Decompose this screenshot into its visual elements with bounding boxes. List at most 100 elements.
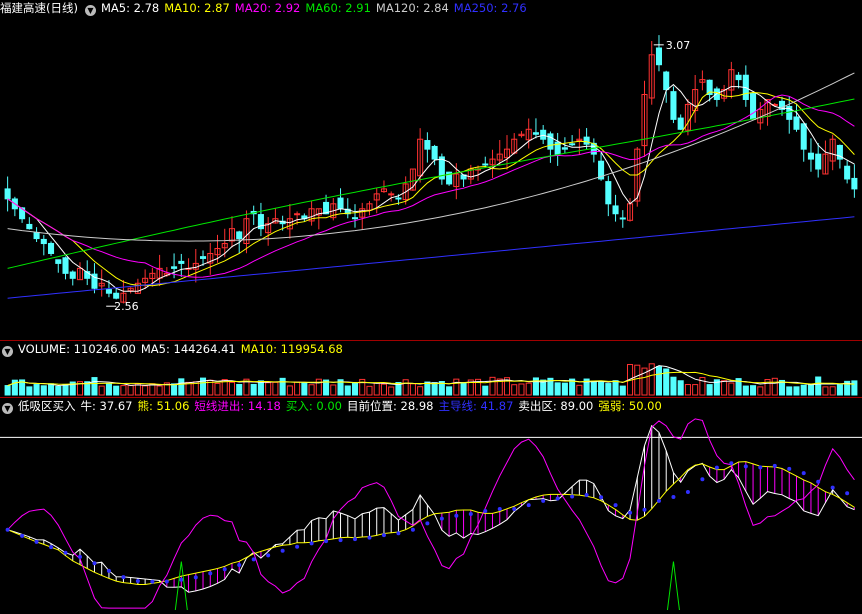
- volume-bar: [561, 382, 568, 396]
- volume-bar: [605, 383, 612, 396]
- volume-bar: [330, 384, 337, 396]
- candle-body: [670, 91, 677, 120]
- volume-bar: [308, 384, 315, 396]
- volume-bar: [460, 382, 467, 396]
- indicator-value-0: 低吸区买入: [18, 399, 76, 413]
- volume-bar: [706, 384, 713, 396]
- volume-bar: [598, 380, 605, 396]
- candle-body: [713, 88, 720, 100]
- price-panel[interactable]: 福建高速(日线) ▼ MA5: 2.78 MA10: 2.87 MA20: 2.92 MA…: [0, 0, 862, 340]
- candle-body: [55, 259, 62, 264]
- chevron-down-icon[interactable]: ▼: [84, 5, 96, 16]
- dominant-dot: [512, 506, 517, 511]
- volume-bar: [793, 386, 800, 396]
- candle-body: [800, 123, 807, 150]
- price-indicator-4: MA120: 2.84: [375, 1, 449, 15]
- dominant-dot: [729, 461, 734, 466]
- dominant-dot: [628, 510, 633, 515]
- candle-body: [62, 257, 69, 274]
- price-legend: 福建高速(日线) ▼ MA5: 2.78 MA10: 2.87 MA20: 2.92 MA…: [0, 0, 537, 16]
- dominant-dot: [251, 557, 256, 562]
- volume-bar: [402, 379, 409, 396]
- volume-bar: [373, 382, 380, 396]
- dominant-dot: [816, 479, 821, 484]
- dominant-dot: [309, 541, 314, 546]
- ma250-line: [7, 216, 855, 299]
- volume-bar: [612, 380, 619, 396]
- dominant-dot: [772, 463, 777, 468]
- dominant-dot: [193, 575, 198, 580]
- dominant-dot: [541, 498, 546, 503]
- dominant-dot: [599, 495, 604, 500]
- price-indicator-3: MA60: 2.91: [305, 1, 371, 15]
- candle-body: [663, 71, 670, 91]
- chevron-down-icon[interactable]: ▼: [2, 346, 13, 357]
- volume-bar: [265, 382, 272, 396]
- volume-bar: [127, 385, 134, 396]
- dominant-dot: [20, 533, 25, 538]
- dominant-dot: [656, 498, 661, 503]
- volume-bar: [489, 376, 496, 396]
- dominant-dot: [353, 537, 358, 542]
- volume-legend: ▼ VOLUME: 110246.00 MA5: 144264.41 MA10: 11…: [0, 341, 353, 357]
- candle-body: [26, 223, 33, 230]
- ma60-line: [7, 98, 855, 269]
- volume-bar: [554, 382, 561, 396]
- dominant-dot: [439, 516, 444, 521]
- volume-bar: [388, 386, 395, 396]
- volume-bar: [113, 385, 120, 396]
- volume-bar: [105, 382, 112, 396]
- chevron-down-icon[interactable]: ▼: [2, 403, 13, 414]
- candle-body: [388, 193, 395, 196]
- dominant-dot: [381, 533, 386, 538]
- volume-panel[interactable]: ▼ VOLUME: 110246.00 MA5: 144264.41 MA10: 11…: [0, 341, 862, 397]
- volume-bar: [692, 384, 699, 396]
- volume-bar: [380, 383, 387, 396]
- candle-body: [113, 292, 120, 299]
- dominant-dot: [338, 538, 343, 543]
- volume-bar: [431, 382, 438, 396]
- volume-bar: [40, 385, 47, 396]
- candle-body: [612, 205, 619, 215]
- dominant-dot: [92, 561, 97, 566]
- candle-body: [40, 238, 47, 245]
- dominant-dot: [700, 477, 705, 482]
- indicator-values: 低吸区买入 牛: 37.67 熊: 51.06 短线进出: 14.18 买入: 0.00…: [18, 399, 667, 413]
- dominant-dot: [758, 465, 763, 470]
- candle-body: [807, 152, 814, 160]
- volume-bar: [171, 383, 178, 396]
- volume-bar: [120, 385, 127, 396]
- dominant-dot: [714, 465, 719, 470]
- candle-body: [793, 116, 800, 130]
- volume-bar: [757, 386, 764, 396]
- volume-bar: [453, 378, 460, 396]
- dominant-dot: [396, 531, 401, 536]
- bear-line: [7, 461, 855, 585]
- volume-bar: [250, 383, 257, 396]
- volume-bar: [156, 385, 163, 396]
- volume-bar: [721, 380, 728, 396]
- candle-body: [735, 74, 742, 81]
- volume-bar: [4, 385, 11, 396]
- volume-bar: [576, 384, 583, 396]
- dominant-dot: [49, 545, 54, 550]
- volume-indicator-0: VOLUME: 110246.00: [18, 342, 136, 356]
- volume-bar: [677, 380, 684, 396]
- price-chart[interactable]: 3.07 2.56: [0, 0, 862, 340]
- volume-bar: [344, 385, 351, 396]
- dominant-dot: [685, 489, 690, 494]
- short-term-line: [7, 418, 855, 609]
- candle-body: [105, 289, 112, 294]
- indicator-panel[interactable]: ▼ 低吸区买入 牛: 37.67 熊: 51.06 短线进出: 14.18 买入: 0.0…: [0, 398, 862, 614]
- dominant-dot: [266, 553, 271, 558]
- price-indicator-2: MA20: 2.92: [234, 1, 301, 15]
- dominant-dot: [454, 513, 459, 518]
- volume-bar: [728, 382, 735, 396]
- dominant-dot: [787, 466, 792, 471]
- volume-bar: [62, 383, 69, 396]
- indicator-chart[interactable]: [0, 398, 862, 614]
- high-label: 3.07: [666, 39, 691, 52]
- volume-bar: [742, 385, 749, 396]
- dominant-dot: [526, 503, 531, 508]
- volume-bar: [142, 385, 149, 396]
